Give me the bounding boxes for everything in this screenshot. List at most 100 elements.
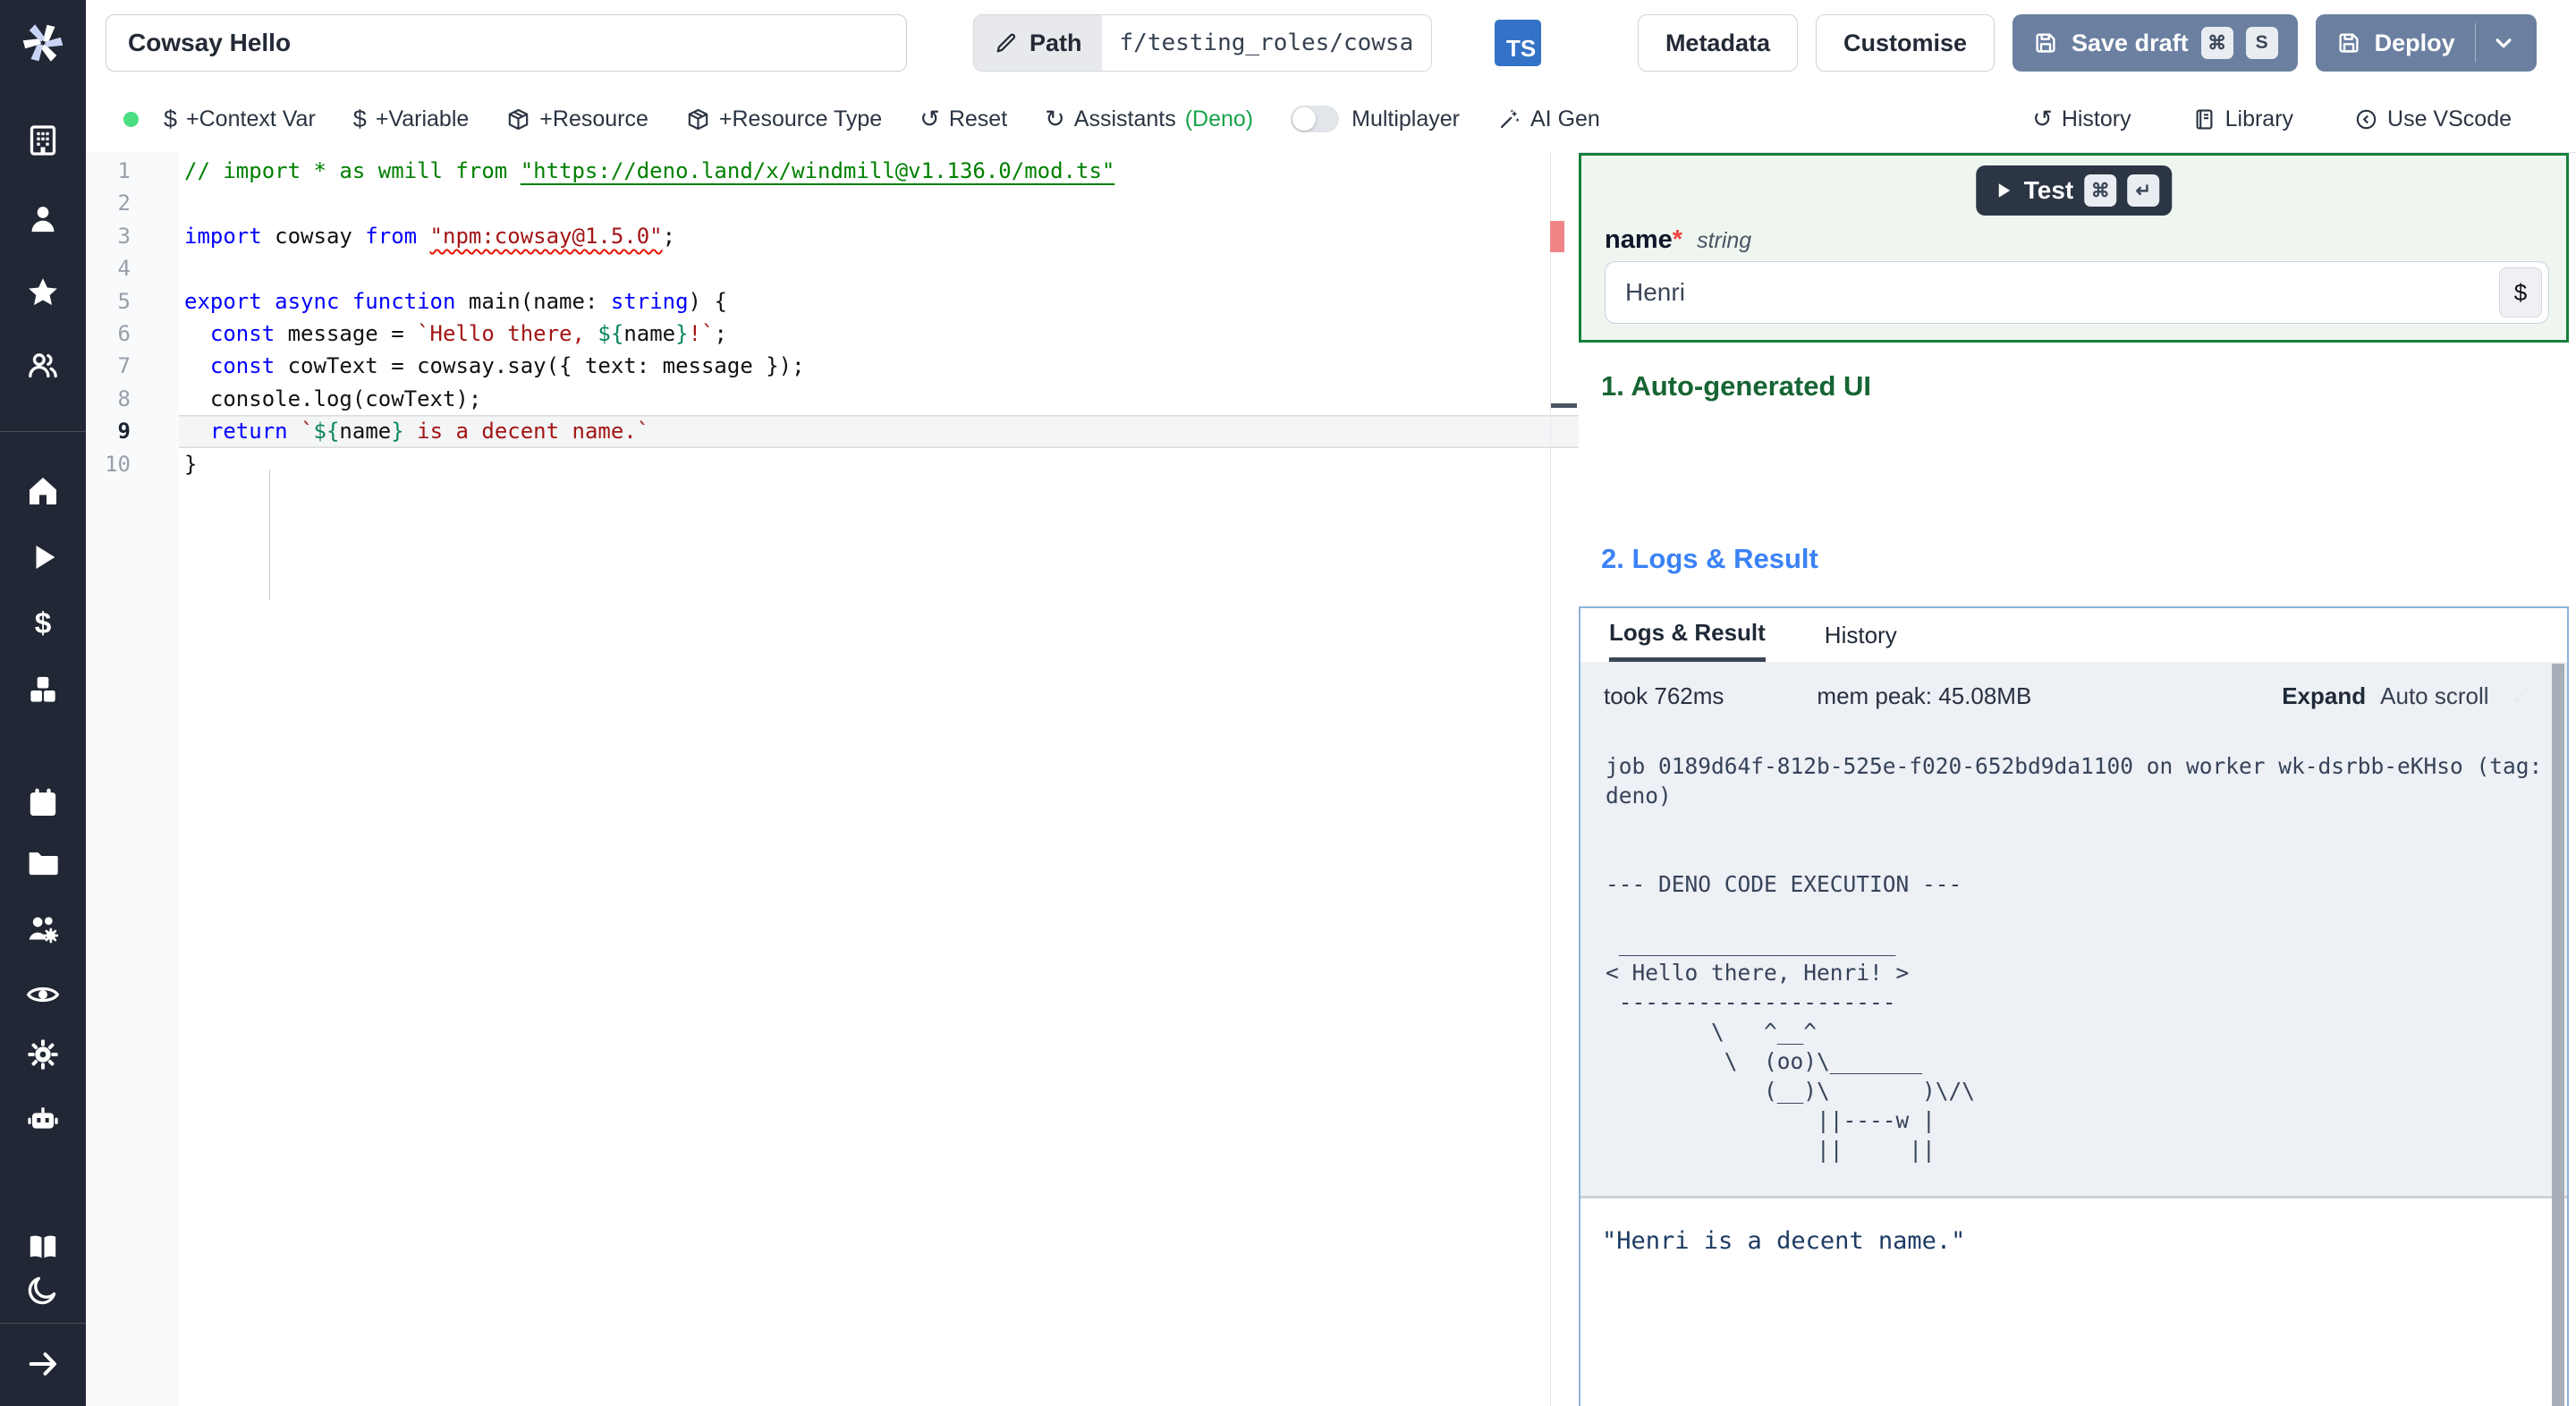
sidebar-item-building[interactable]	[0, 123, 86, 158]
code-line-5[interactable]: 5 export async function main(name: string…	[86, 285, 1579, 318]
script-title-input[interactable]	[106, 14, 907, 72]
-variable-button[interactable]: $ +Variable	[341, 106, 482, 132]
tab-logs-result[interactable]: Logs & Result	[1609, 608, 1766, 662]
sidebar-item-gear[interactable]	[0, 1037, 86, 1072]
-resource-button[interactable]: +Resource	[494, 106, 661, 132]
sidebar-item-star[interactable]	[0, 275, 86, 310]
play-icon	[25, 539, 61, 575]
test-button[interactable]: Test ⌘ ↵	[1975, 165, 2173, 216]
path-value[interactable]: f/testing_roles/cowsa	[1101, 15, 1432, 71]
arg-type-label: string	[1697, 228, 1752, 253]
line-number: 6	[117, 320, 131, 346]
code-line-text: // import * as wmill from "https://deno.…	[184, 158, 1115, 183]
sidebar-item-dollar[interactable]	[0, 606, 86, 641]
code-line-7[interactable]: 7 const cowText = cowsay.say({ text: mes…	[86, 350, 1579, 382]
sidebar-item-cubes[interactable]	[0, 672, 86, 707]
sidebar	[0, 0, 86, 1406]
save-icon	[2335, 30, 2362, 56]
code-line-8[interactable]: 8 console.log(cowText);	[86, 383, 1579, 415]
tab-history[interactable]: History	[1825, 608, 1897, 662]
users-icon	[25, 347, 61, 383]
sidebar-divider	[0, 431, 86, 432]
arg-name-input[interactable]	[1605, 261, 2549, 324]
logs-tabs: Logs & Result History	[1580, 608, 2567, 662]
sidebar-item-user[interactable]	[0, 201, 86, 237]
-resource-type-button[interactable]: +Resource Type	[674, 106, 894, 132]
windmill-logo-icon[interactable]	[0, 13, 86, 73]
duration-label: took 762ms	[1604, 682, 1724, 709]
code-line-4[interactable]: 4	[86, 252, 1579, 284]
expand-button[interactable]: Expand	[2282, 682, 2366, 710]
dollar-icon	[25, 606, 61, 641]
assistant-lang-label: (Deno)	[1184, 106, 1254, 131]
code-editor[interactable]: 1 // import * as wmill from "https://deno…	[86, 152, 1579, 1406]
users-gear-icon	[25, 911, 61, 946]
code-line-9[interactable]: 9 return `${name} is a decent name.`	[86, 415, 1579, 448]
building-icon	[25, 123, 61, 158]
sidebar-item-moon[interactable]	[0, 1272, 86, 1308]
sidebar-item-play[interactable]	[0, 539, 86, 575]
code-line-3[interactable]: 3 import cowsay from "npm:cowsay@1.5.0";	[86, 220, 1579, 252]
save-draft-button[interactable]: Save draft ⌘ S	[2012, 14, 2298, 72]
windmill-script-editor: Path f/testing_roles/cowsa TS Metadata C…	[0, 0, 2576, 1406]
kbd-cmd: ⌘	[2200, 27, 2233, 59]
code-line-text: console.log(cowText);	[184, 385, 482, 411]
logs-scrollbar[interactable]	[2552, 664, 2564, 1406]
log-output[interactable]: job 0189d64f-812b-525e-f020-652bd9da1100…	[1580, 730, 2567, 1196]
indent-guide	[269, 470, 270, 600]
multiplayer-label: Multiplayer	[1352, 106, 1460, 131]
sidebar-item-folder[interactable]	[0, 844, 86, 880]
line-number: 3	[117, 223, 131, 249]
history-button[interactable]: ↺ History	[2020, 106, 2143, 132]
save-draft-label: Save draft	[2072, 29, 2189, 56]
sidebar-item-users[interactable]	[0, 347, 86, 383]
code-line-2[interactable]: 2	[86, 187, 1579, 219]
ai-gen-button[interactable]: AI Gen	[1485, 106, 1613, 132]
result-output[interactable]: "Henri is a decent name."	[1580, 1196, 2567, 1406]
use-vscode-button[interactable]: Use VScode	[2342, 106, 2524, 132]
deploy-button[interactable]: Deploy	[2315, 14, 2537, 72]
kbd-s: S	[2245, 27, 2278, 59]
line-number: 2	[117, 191, 131, 216]
library-button[interactable]: Library	[2180, 106, 2306, 132]
refresh-icon: ↻	[1045, 105, 1065, 132]
reset-button[interactable]: ↺ Reset	[907, 106, 1020, 132]
auto-scroll-toggle[interactable]: Auto scroll	[2380, 682, 2488, 710]
sidebar-item-robot[interactable]	[0, 1103, 86, 1139]
pencil-icon	[994, 30, 1019, 55]
logs-result-panel: Logs & Result History took 762ms mem pea…	[1579, 606, 2569, 1406]
edit-path-button[interactable]: Path	[974, 15, 1102, 71]
vscode-icon	[2354, 107, 2378, 131]
line-number: 1	[117, 158, 131, 183]
-context-var-button[interactable]: $ +Context Var	[151, 106, 328, 132]
arg-name-label: name	[1605, 225, 1673, 254]
sidebar-item-eye[interactable]	[0, 977, 86, 1012]
arrow-right-icon	[25, 1346, 61, 1382]
customise-button[interactable]: Customise	[1815, 14, 1996, 72]
sidebar-item-calendar[interactable]	[0, 784, 86, 820]
editor-toolbar: $ +Context Var $ +Variable +Resource +Resourc…	[86, 86, 2576, 153]
line-number: 7	[117, 353, 131, 379]
multiplayer-toggle[interactable]	[1291, 106, 1340, 132]
assistants-button[interactable]: ↻ Assistants (Deno)	[1032, 106, 1266, 132]
line-number: 8	[117, 385, 131, 411]
sidebar-item-home[interactable]	[0, 473, 86, 509]
library-icon	[2192, 107, 2216, 131]
chevron-down-icon[interactable]	[2490, 30, 2517, 56]
code-line-10[interactable]: 10}	[86, 448, 1579, 480]
insert-variable-button[interactable]: $	[2499, 267, 2542, 318]
sidebar-item-arrow-right[interactable]	[0, 1346, 86, 1382]
code-line-6[interactable]: 6 const message = `Hello there, ${name}!…	[86, 318, 1579, 350]
editor-scrollbar-thumb[interactable]	[1551, 403, 1577, 408]
wand-icon	[1497, 107, 1521, 131]
sidebar-item-users-gear[interactable]	[0, 911, 86, 946]
line-number: 10	[105, 451, 131, 477]
section-auto-generated-ui: 1. Auto-generated UI	[1601, 370, 1871, 402]
button-divider	[2474, 23, 2476, 63]
line-number: 5	[117, 288, 131, 314]
line-number: 4	[117, 256, 131, 282]
path-label: Path	[1030, 29, 1082, 56]
metadata-button[interactable]: Metadata	[1637, 14, 1798, 72]
sidebar-item-book[interactable]	[0, 1229, 86, 1265]
code-line-1[interactable]: 1 // import * as wmill from "https://deno…	[86, 155, 1579, 187]
